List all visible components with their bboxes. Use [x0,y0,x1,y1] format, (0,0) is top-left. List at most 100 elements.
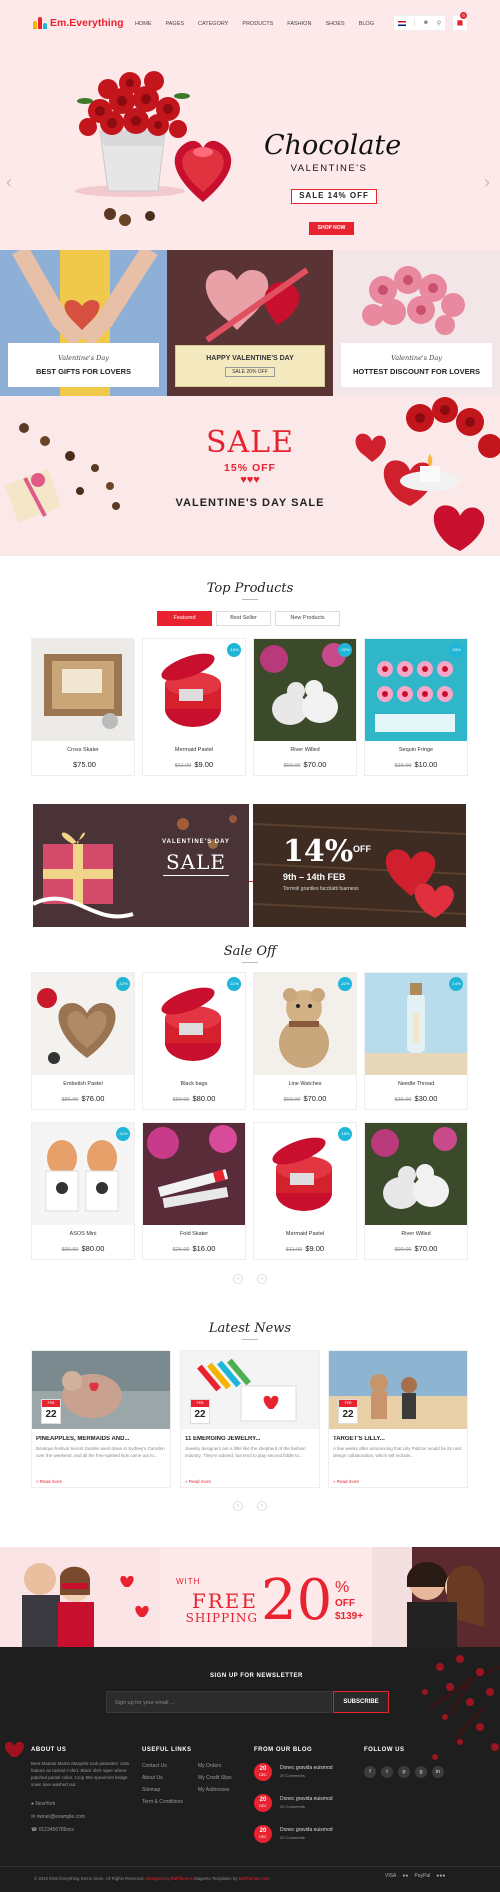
news-next-button[interactable]: › [257,1501,267,1511]
current-price: $80.00 [81,1244,105,1253]
facebook-icon[interactable]: f [364,1766,376,1778]
product-name[interactable]: Embelish Pastel [32,1081,134,1087]
product-name[interactable]: Cross Skater [32,747,134,753]
copyright-link[interactable]: Designed by EMThemes [146,1876,193,1881]
footer-link-addresses[interactable]: My Addresses [198,1784,229,1796]
user-icon[interactable]: ☻ [423,20,429,26]
gift-box-image [4,423,120,523]
product-name[interactable]: Fold Skater [143,1231,245,1237]
hero-title: Chocolate [264,130,402,161]
news-card[interactable]: FEB 22 TARGET'S LILLY... A few weeks afte… [328,1350,468,1488]
nav-blog[interactable]: BLOG [359,21,374,27]
product-card[interactable]: -18% Mermaid Pastel $11.00 $9.00 [253,1122,357,1260]
card-icon: ●●● [436,1873,446,1879]
twitter-icon[interactable]: t [381,1766,393,1778]
site-header: Em.Everything HOME PAGES CATEGORY PRODUC… [0,0,500,47]
prev-page-button[interactable]: ‹ [233,1274,243,1284]
tab-best-seller[interactable]: Best Seller [216,611,271,626]
logo[interactable]: Em.Everything [33,17,124,29]
product-card[interactable]: -22% River Willed $90.00 $70.00 [253,638,357,776]
footer-link-terms[interactable]: Term & Conditions [142,1796,183,1808]
linkedin-icon[interactable]: in [432,1766,444,1778]
product-image[interactable] [365,1123,467,1225]
footer-link-orders[interactable]: My Orders [198,1760,221,1772]
news-title[interactable]: 11 EMERGING JEWELRY... [185,1436,315,1442]
discount-badge: -22% [338,643,352,657]
blog-month: DEC [259,1773,267,1777]
tab-featured[interactable]: Featured [157,611,212,626]
current-price: $80.00 [192,1094,216,1103]
old-price: $11.00 [174,763,192,769]
product-card[interactable]: -11% Black bags $90.00 $80.00 [142,972,246,1110]
product-name[interactable]: Black bags [143,1081,245,1087]
email-line[interactable]: ✉ owner@example.com [31,1811,85,1823]
product-name[interactable]: Sequin Fringe [365,747,467,753]
product-name[interactable]: ASOS Mini [32,1231,134,1237]
tab-new-products[interactable]: New Products [275,611,340,626]
product-name[interactable]: River Willed [254,747,356,753]
product-card[interactable]: -33% Sequin Fringe $15.00 $10.00 [364,638,468,776]
product-card[interactable]: -12% Embelish Pastel $86.00 $76.00 [31,972,135,1110]
current-price: $9.00 [305,1244,325,1253]
pinterest-icon[interactable]: p [398,1766,410,1778]
mid-banner-sale[interactable]: VALENTINE'S DAY SALE [33,804,249,927]
shop-now-button[interactable]: SHOP NOW [309,222,354,235]
nav-pages[interactable]: PAGES [166,21,185,27]
newsletter-email-input[interactable]: Sign up for your email ... [106,1691,332,1713]
product-card[interactable]: -18% Mermaid Pastel $11.00 $9.00 [142,638,246,776]
hero-next-arrow[interactable]: › [484,172,490,193]
news-date: FEB 22 [338,1399,358,1424]
news-title[interactable]: TARGET'S LILLY... [333,1436,463,1442]
product-name[interactable]: River Willed [365,1231,467,1237]
news-day: 22 [342,1409,354,1420]
product-card[interactable]: Fold Skater $26.00 $16.00 [142,1122,246,1260]
google-plus-icon[interactable]: g [415,1766,427,1778]
read-more-link[interactable]: » Read more [185,1479,211,1484]
banner-hottest-discount[interactable]: Valentine's Day HOTTEST DISCOUNT FOR LOV… [333,250,500,396]
product-name[interactable]: Mermaid Pastel [254,1231,356,1237]
nav-category[interactable]: CATEGORY [198,21,228,27]
nav-home[interactable]: HOME [135,21,152,27]
nav-fashion[interactable]: FASHION [287,21,311,27]
product-card[interactable]: -22% Line Watches $90.00 $70.00 [253,972,357,1110]
hero-prev-arrow[interactable]: ‹ [6,172,12,193]
title-divider [242,962,258,963]
news-card[interactable]: FEB 22 11 EMERGING JEWELRY... Jewelry des… [180,1350,320,1488]
next-page-button[interactable]: › [257,1274,267,1284]
news-prev-button[interactable]: ‹ [233,1501,243,1511]
footer-link-credit[interactable]: My Credit Slips [198,1772,232,1784]
footer-link-about[interactable]: About Us [142,1772,163,1784]
banner-happy-valentine[interactable]: HAPPY VALENTINE'S DAY SALE 20% OFF [167,250,333,396]
subscribe-button[interactable]: SUBSCRIBE [333,1691,389,1713]
banner-title: HAPPY VALENTINE'S DAY [206,355,294,362]
product-card[interactable]: Cross Skater $75.00 [31,638,135,776]
product-name[interactable]: Line Watches [254,1081,356,1087]
read-more-link[interactable]: » Read more [333,1479,359,1484]
product-image[interactable] [143,1123,245,1225]
search-icon[interactable]: ⚲ [437,20,441,27]
product-name[interactable]: Mermaid Pastel [143,747,245,753]
read-more-link[interactable]: » Read more [36,1479,62,1484]
product-name[interactable]: Needle Thread [365,1081,467,1087]
product-card[interactable]: River Willed $90.00 $70.00 [364,1122,468,1260]
footer-link-sitemap[interactable]: Sitemap [142,1784,160,1796]
latest-news-title: Latest News [208,1321,292,1336]
flag-icon[interactable] [397,20,406,26]
banner-title: HOTTEST DISCOUNT FOR LOVERS [352,367,481,376]
nav-shoes[interactable]: SHOES [325,21,344,27]
product-image[interactable] [32,639,134,741]
banner-best-gifts[interactable]: Valentine's Day BEST GIFTS FOR LOVERS [0,250,167,396]
product-card[interactable]: -14% Needle Thread $35.00 $30.00 [364,972,468,1110]
free-shipping-banner[interactable]: WITH FREE SHIPPING 20 % OFF $139+ [0,1547,500,1647]
news-card[interactable]: FEB 22 PINEAPPLES, MERMAIDS AND... Boutiq… [31,1350,171,1488]
nav-products[interactable]: PRODUCTS [242,21,273,27]
news-month: FEB [42,1400,60,1407]
mid-banner-discount[interactable]: 14% OFF 9th – 14th FEB Torrnoli grantles… [253,804,466,927]
heart-decoration [5,1741,24,1757]
banner-kicker: Valentine's Day [58,354,109,362]
footer-link-contact[interactable]: Contact Us [142,1760,167,1772]
mail-icon: ✉ [31,1814,36,1820]
news-title[interactable]: PINEAPPLES, MERMAIDS AND... [36,1436,166,1442]
copyright-link-2[interactable]: EMThemes.com [238,1876,269,1881]
product-card[interactable]: -11% ASOS Mini $90.00 $80.00 [31,1122,135,1260]
